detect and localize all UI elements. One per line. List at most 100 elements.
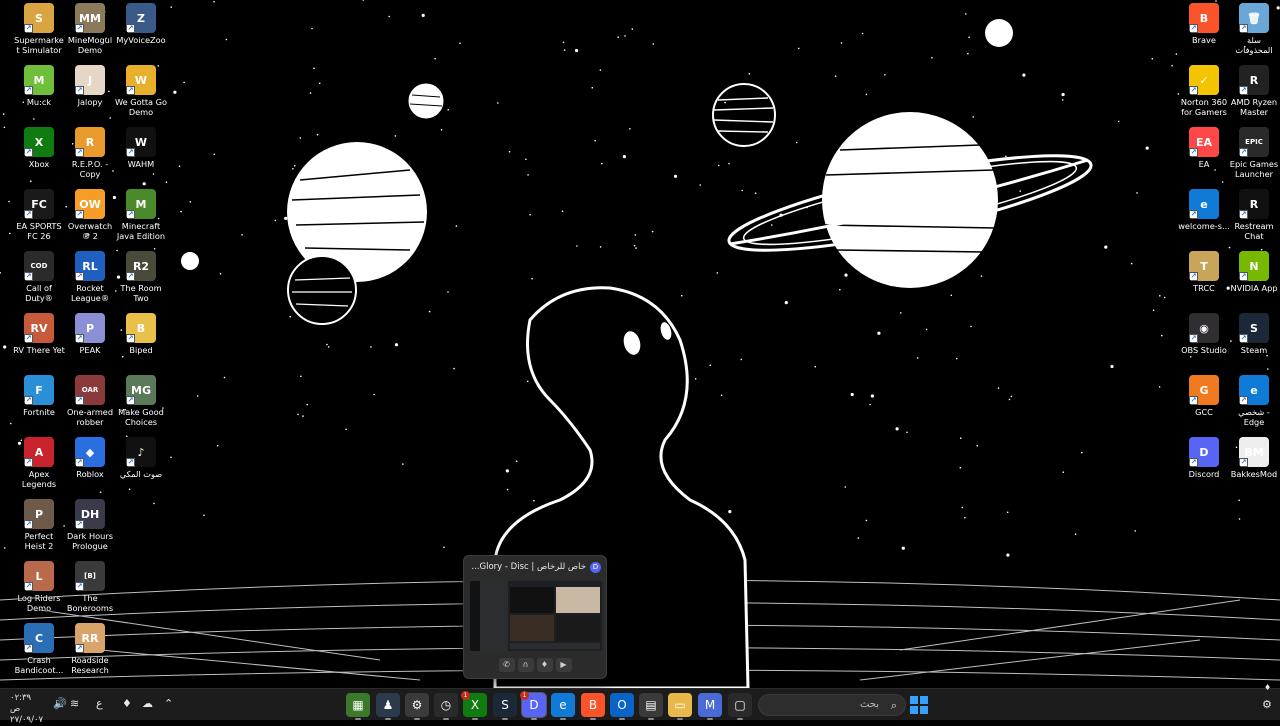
desktop-icon[interactable]: L ↗ Log Riders Demo [13,558,65,620]
desktop-icon[interactable]: ♪ ↗ صوت المكي [115,434,167,496]
desktop-icon[interactable]: G ↗ GCC [1178,372,1230,434]
star [189,201,192,203]
fortnite-icon: F ↗ [24,375,54,405]
the-room-two-icon: R2 ↗ [126,251,156,281]
preview-call-controls: ✆ ∩ ♦ ▶ [464,658,606,674]
star [9,232,11,235]
desktop-icon[interactable]: 🗑 ↗ سلة المحذوفات [1228,0,1280,62]
store-icon[interactable]: ▤ [639,693,663,720]
settings-gear-icon[interactable]: ⚙ [1262,698,1272,711]
desktop-icon[interactable]: e ↗ welcome-s... [1178,186,1230,248]
desktop-icon[interactable]: R ↗ AMD Ryzen Master [1228,62,1280,124]
desktop-icon[interactable]: BM ↗ BakkesMod [1228,434,1280,496]
desktop-icon-label: GCC [1195,407,1213,417]
desktop-icon[interactable]: W ↗ WAHM [115,124,167,186]
desktop-icon[interactable]: OW ↗ Overwatch® 2 [64,186,116,248]
shortcut-arrow-icon: ↗ [126,396,135,405]
desktop-icon[interactable]: ◉ ↗ OBS Studio [1178,310,1230,372]
desktop-icon[interactable]: RL ↗ Rocket League® [64,248,116,310]
chevron-up-icon[interactable]: ⌃ [164,697,173,710]
desktop-icon[interactable]: COD ↗ Call of Duty® [13,248,65,310]
desktop-icon[interactable]: A ↗ Apex Legends [13,434,65,496]
microphone-icon[interactable]: ♦ [536,658,553,672]
desktop-icon[interactable]: R2 ↗ The Room Two [115,248,167,310]
star [1005,155,1007,158]
desktop-icon[interactable]: R ↗ R.E.P.O. - Copy [64,124,116,186]
star [741,189,743,192]
desktop-icon[interactable]: EA ↗ EA [1178,124,1230,186]
app-figure-icon[interactable]: ♟ [376,693,400,720]
star [869,403,871,406]
desktop-icon[interactable]: DH ↗ Dark Hours Prologue [64,496,116,558]
desktop-icon[interactable]: B ↗ Biped [115,310,167,372]
desktop-icon[interactable]: [B] ↗ The Bonerooms [64,558,116,620]
star [576,245,578,247]
desktop-icon[interactable]: OAR ↗ One-armed robber [64,372,116,434]
desktop-icon[interactable]: T ↗ TRCC [1178,248,1230,310]
desktop-icon[interactable]: W ↗ We Gotta Go Demo [115,62,167,124]
desktop-icon[interactable]: P ↗ Perfect Heist 2 [13,496,65,558]
clock-app-icon[interactable]: ◷ [434,693,458,720]
phone-icon[interactable]: ✆ [498,658,515,672]
task-view-icon[interactable]: ▢ [728,693,752,720]
language-indicator[interactable]: ع [96,697,103,710]
desktop-icon[interactable]: M ↗ Mu:ck [13,62,65,124]
clock[interactable]: ٠٢:٣٩ ص ٢٧/٠٩/٠٧ [10,693,43,726]
outlook-icon[interactable]: O [610,693,634,720]
desktop-icon[interactable]: MG ↗ Make Good Choices [115,372,167,434]
desktop-icon-label: Xbox [28,159,50,169]
microphone-tray-icon[interactable]: ♦ [122,697,132,710]
desktop-icon[interactable]: B ↗ Brave [1178,0,1230,62]
desktop-icon[interactable]: MM ↗ MineMogul Demo [64,0,116,62]
preview-thumbnail[interactable] [470,581,602,651]
desktop-icon[interactable]: X ↗ Xbox [13,124,65,186]
desktop-icon[interactable]: RV ↗ RV There Yet [13,310,65,372]
desktop-icon[interactable]: D ↗ Discord [1178,434,1230,496]
discord-taskbar-icon[interactable]: D1 [520,691,547,720]
desktop-icon[interactable]: EPIC ↗ Epic Games Launcher [1228,124,1280,186]
windows-start-icon[interactable] [907,693,931,717]
camera-icon[interactable]: ▶ [555,658,572,672]
xbox-taskbar-icon[interactable]: X1 [461,691,487,720]
desktop-icon[interactable]: RR ↗ Roadside Research [64,620,116,682]
desktop-icon[interactable]: C ↗ Crash Bandicoot... [13,620,65,682]
desktop-icon[interactable]: ✓ ↗ Norton 360 for Gamers [1178,62,1230,124]
star [629,128,631,130]
desktop-icon[interactable]: S↗Supermarket Simulator ... [13,0,65,62]
desktop-icon[interactable]: Z ↗ MyVoiceZoo [115,0,167,62]
minecraft-launcher-icon[interactable]: ▦ [346,693,370,720]
star [1006,511,1009,514]
desktop-icon[interactable]: P ↗ PEAK [64,310,116,372]
steam-taskbar-icon[interactable]: S [493,693,517,720]
desktop-icon[interactable]: J ↗ Jalopy [64,62,116,124]
volume-icon[interactable]: 🔊 [53,697,67,710]
settings-icon[interactable]: ⚙ [405,693,429,720]
desktop-icon[interactable]: e ↗ شخصي - Edge [1228,372,1280,434]
search-box[interactable]: بحث ⌕ [758,694,906,716]
desktop-icon-label: Roadside Research [71,655,109,675]
desktop-icon-label: welcome-s... [1178,221,1230,231]
star [183,81,185,84]
star [965,13,967,15]
edge-taskbar-icon[interactable]: e [551,693,575,720]
myvoicezoo-icon: Z ↗ [126,3,156,33]
file-explorer-icon[interactable]: ▭ [668,693,692,720]
m365-icon[interactable]: M [698,693,722,720]
edge-icon: e ↗ [1189,189,1219,219]
shortcut-arrow-icon: ↗ [24,210,33,219]
desktop-icon[interactable]: M ↗ Minecraft Java Edition [115,186,167,248]
headset-icon[interactable]: ∩ [517,658,534,672]
star [795,141,798,144]
desktop-icon[interactable]: R ↗ Restream Chat [1228,186,1280,248]
desktop-icon[interactable]: F ↗ Fortnite [13,372,65,434]
brave-taskbar-icon[interactable]: B [581,693,605,720]
desktop-icon[interactable]: S ↗ Steam [1228,310,1280,372]
star [3,126,6,129]
apex-legends-icon: A ↗ [24,437,54,467]
cloud-icon[interactable]: ☁ [142,697,153,710]
desktop-icon[interactable]: FC ↗ EA SPORTS FC 26 [13,186,65,248]
desktop-icon[interactable]: ◆ ↗ Roblox [64,434,116,496]
desktop-icon[interactable]: N ↗ NVIDIA App [1228,248,1280,310]
taskbar-thumbnail-preview[interactable]: خاص للرخاص | Glory - Disc... D ✆ ∩ ♦ ▶ [463,555,607,679]
wifi-icon[interactable]: ≋ [70,697,79,710]
